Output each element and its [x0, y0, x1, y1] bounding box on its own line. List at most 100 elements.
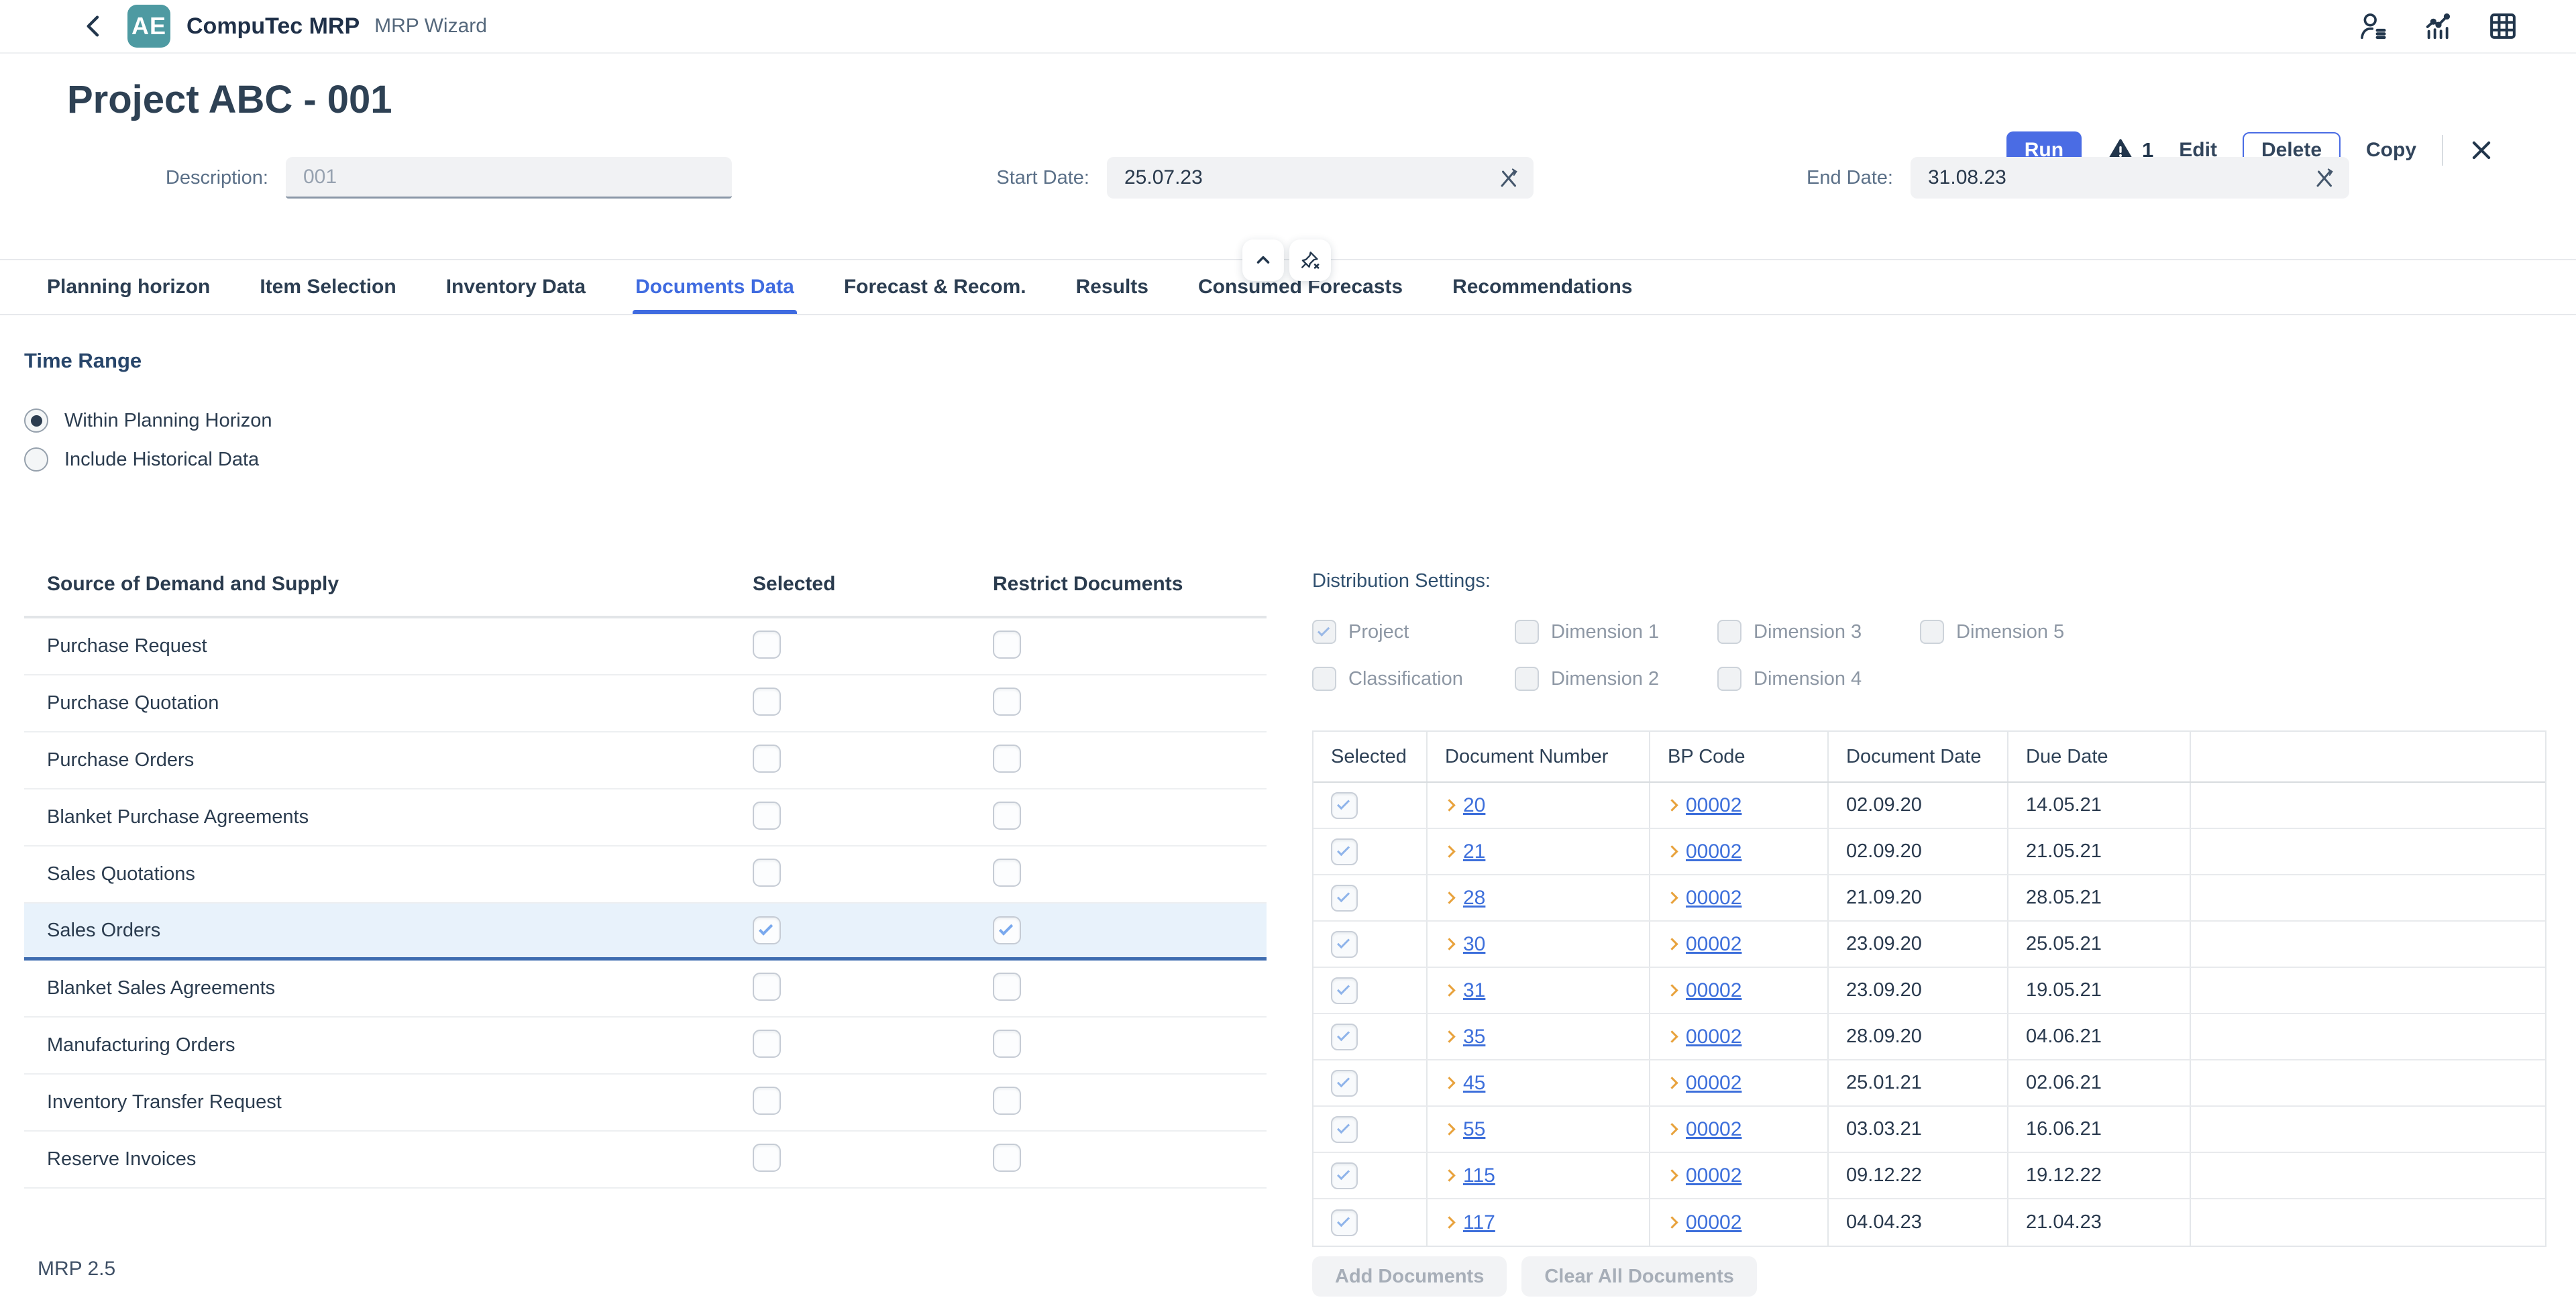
bp-code-link[interactable]: 00002 [1686, 887, 1741, 910]
document-number-link[interactable]: 21 [1463, 840, 1485, 863]
restrict-documents-checkbox[interactable] [993, 1087, 1021, 1115]
checkbox[interactable] [1920, 620, 1944, 644]
bp-code-link[interactable]: 00002 [1686, 794, 1741, 817]
document-row[interactable]: 1170000204.04.2321.04.23 [1313, 1199, 2545, 1246]
start-date-input[interactable] [1107, 166, 1496, 189]
source-row-blanket-purchase-agreements[interactable]: Blanket Purchase Agreements [24, 789, 1267, 846]
source-row-reserve-invoices[interactable]: Reserve Invoices [24, 1132, 1267, 1189]
add-documents-button[interactable]: Add Documents [1312, 1256, 1507, 1297]
restrict-documents-checkbox[interactable] [993, 1030, 1021, 1058]
bp-code-link[interactable]: 00002 [1686, 1072, 1741, 1095]
distribution-option-dimension-4[interactable]: Dimension 4 [1717, 667, 1920, 691]
distribution-option-dimension-2[interactable]: Dimension 2 [1515, 667, 1717, 691]
bp-code-link[interactable]: 00002 [1686, 840, 1741, 863]
radio-option-within-planning-horizon[interactable]: Within Planning Horizon [24, 401, 2576, 440]
document-row[interactable]: 300000223.09.2025.05.21 [1313, 922, 2545, 968]
description-input[interactable] [286, 166, 732, 188]
tab-planning-horizon[interactable]: Planning horizon [47, 260, 210, 314]
checkbox[interactable] [1312, 620, 1336, 644]
selected-checkbox[interactable] [1331, 1070, 1358, 1097]
bp-code-link[interactable]: 00002 [1686, 1211, 1741, 1234]
date-picker-icon[interactable] [1496, 164, 1523, 191]
document-row[interactable]: 350000228.09.2004.06.21 [1313, 1014, 2545, 1060]
selected-checkbox[interactable] [1331, 977, 1358, 1004]
selected-checkbox[interactable] [1331, 885, 1358, 912]
document-row[interactable]: 200000202.09.2014.05.21 [1313, 783, 2545, 829]
selected-checkbox[interactable] [1331, 1024, 1358, 1050]
selected-checkbox[interactable] [1331, 1209, 1358, 1236]
distribution-option-dimension-3[interactable]: Dimension 3 [1717, 620, 1920, 644]
radio-option-include-historical-data[interactable]: Include Historical Data [24, 440, 2576, 479]
checkbox[interactable] [1515, 620, 1539, 644]
document-number-link[interactable]: 35 [1463, 1026, 1485, 1048]
source-row-purchase-orders[interactable]: Purchase Orders [24, 732, 1267, 789]
document-row[interactable]: 1150000209.12.2219.12.22 [1313, 1153, 2545, 1199]
document-row[interactable]: 450000225.01.2102.06.21 [1313, 1060, 2545, 1107]
back-icon[interactable] [80, 13, 107, 40]
restrict-documents-checkbox[interactable] [993, 745, 1021, 773]
source-row-sales-orders[interactable]: Sales Orders [24, 904, 1267, 961]
source-row-sales-quotations[interactable]: Sales Quotations [24, 846, 1267, 904]
document-number-link[interactable]: 30 [1463, 933, 1485, 956]
document-number-link[interactable]: 55 [1463, 1118, 1485, 1141]
restrict-documents-checkbox[interactable] [993, 802, 1021, 830]
selected-checkbox[interactable] [753, 1144, 781, 1172]
restrict-documents-checkbox[interactable] [993, 1144, 1021, 1172]
checkbox[interactable] [1312, 667, 1336, 691]
radio-icon[interactable] [24, 408, 48, 433]
source-row-manufacturing-orders[interactable]: Manufacturing Orders [24, 1018, 1267, 1075]
document-row[interactable]: 280000221.09.2028.05.21 [1313, 875, 2545, 922]
bp-code-link[interactable]: 00002 [1686, 1026, 1741, 1048]
tab-forecast-recom[interactable]: Forecast & Recom. [844, 260, 1026, 314]
bp-code-link[interactable]: 00002 [1686, 1118, 1741, 1141]
source-row-blanket-sales-agreements[interactable]: Blanket Sales Agreements [24, 961, 1267, 1018]
source-row-purchase-quotation[interactable]: Purchase Quotation [24, 675, 1267, 732]
document-number-link[interactable]: 45 [1463, 1072, 1485, 1095]
selected-checkbox[interactable] [753, 631, 781, 659]
document-number-link[interactable]: 20 [1463, 794, 1485, 817]
selected-checkbox[interactable] [753, 745, 781, 773]
restrict-documents-checkbox[interactable] [993, 973, 1021, 1001]
selected-checkbox[interactable] [753, 973, 781, 1001]
user-details-icon[interactable] [2359, 11, 2390, 42]
restrict-documents-checkbox[interactable] [993, 688, 1021, 716]
bp-code-link[interactable]: 00002 [1686, 1164, 1741, 1187]
checkbox[interactable] [1717, 667, 1741, 691]
selected-checkbox[interactable] [1331, 838, 1358, 865]
restrict-documents-checkbox[interactable] [993, 631, 1021, 659]
distribution-option-dimension-5[interactable]: Dimension 5 [1920, 620, 2123, 644]
collapse-header-icon[interactable] [1242, 239, 1284, 281]
bp-code-link[interactable]: 00002 [1686, 979, 1741, 1002]
selected-checkbox[interactable] [1331, 1162, 1358, 1189]
document-row[interactable]: 210000202.09.2021.05.21 [1313, 829, 2545, 875]
radio-icon[interactable] [24, 447, 48, 472]
document-number-link[interactable]: 115 [1463, 1164, 1495, 1187]
tab-inventory-data[interactable]: Inventory Data [446, 260, 586, 314]
source-row-inventory-transfer-request[interactable]: Inventory Transfer Request [24, 1075, 1267, 1132]
tab-item-selection[interactable]: Item Selection [260, 260, 396, 314]
restrict-documents-checkbox[interactable] [993, 916, 1021, 944]
distribution-option-project[interactable]: Project [1312, 620, 1515, 644]
selected-checkbox[interactable] [753, 1030, 781, 1058]
selected-checkbox[interactable] [1331, 1116, 1358, 1143]
selected-checkbox[interactable] [753, 802, 781, 830]
document-number-link[interactable]: 117 [1463, 1211, 1495, 1234]
tab-recommendations[interactable]: Recommendations [1452, 260, 1632, 314]
analytics-icon[interactable] [2423, 11, 2454, 42]
clear-all-documents-button[interactable]: Clear All Documents [1521, 1256, 1757, 1297]
document-row[interactable]: 310000223.09.2019.05.21 [1313, 968, 2545, 1014]
document-number-link[interactable]: 28 [1463, 887, 1485, 910]
grid-icon[interactable] [2487, 11, 2518, 42]
checkbox[interactable] [1515, 667, 1539, 691]
checkbox[interactable] [1717, 620, 1741, 644]
unpin-header-icon[interactable] [1289, 239, 1331, 281]
end-date-input[interactable] [1911, 166, 2312, 189]
distribution-option-dimension-1[interactable]: Dimension 1 [1515, 620, 1717, 644]
selected-checkbox[interactable] [753, 916, 781, 944]
tab-results[interactable]: Results [1076, 260, 1148, 314]
distribution-option-classification[interactable]: Classification [1312, 667, 1515, 691]
selected-checkbox[interactable] [1331, 931, 1358, 958]
document-row[interactable]: 550000203.03.2116.06.21 [1313, 1107, 2545, 1153]
selected-checkbox[interactable] [753, 688, 781, 716]
bp-code-link[interactable]: 00002 [1686, 933, 1741, 956]
